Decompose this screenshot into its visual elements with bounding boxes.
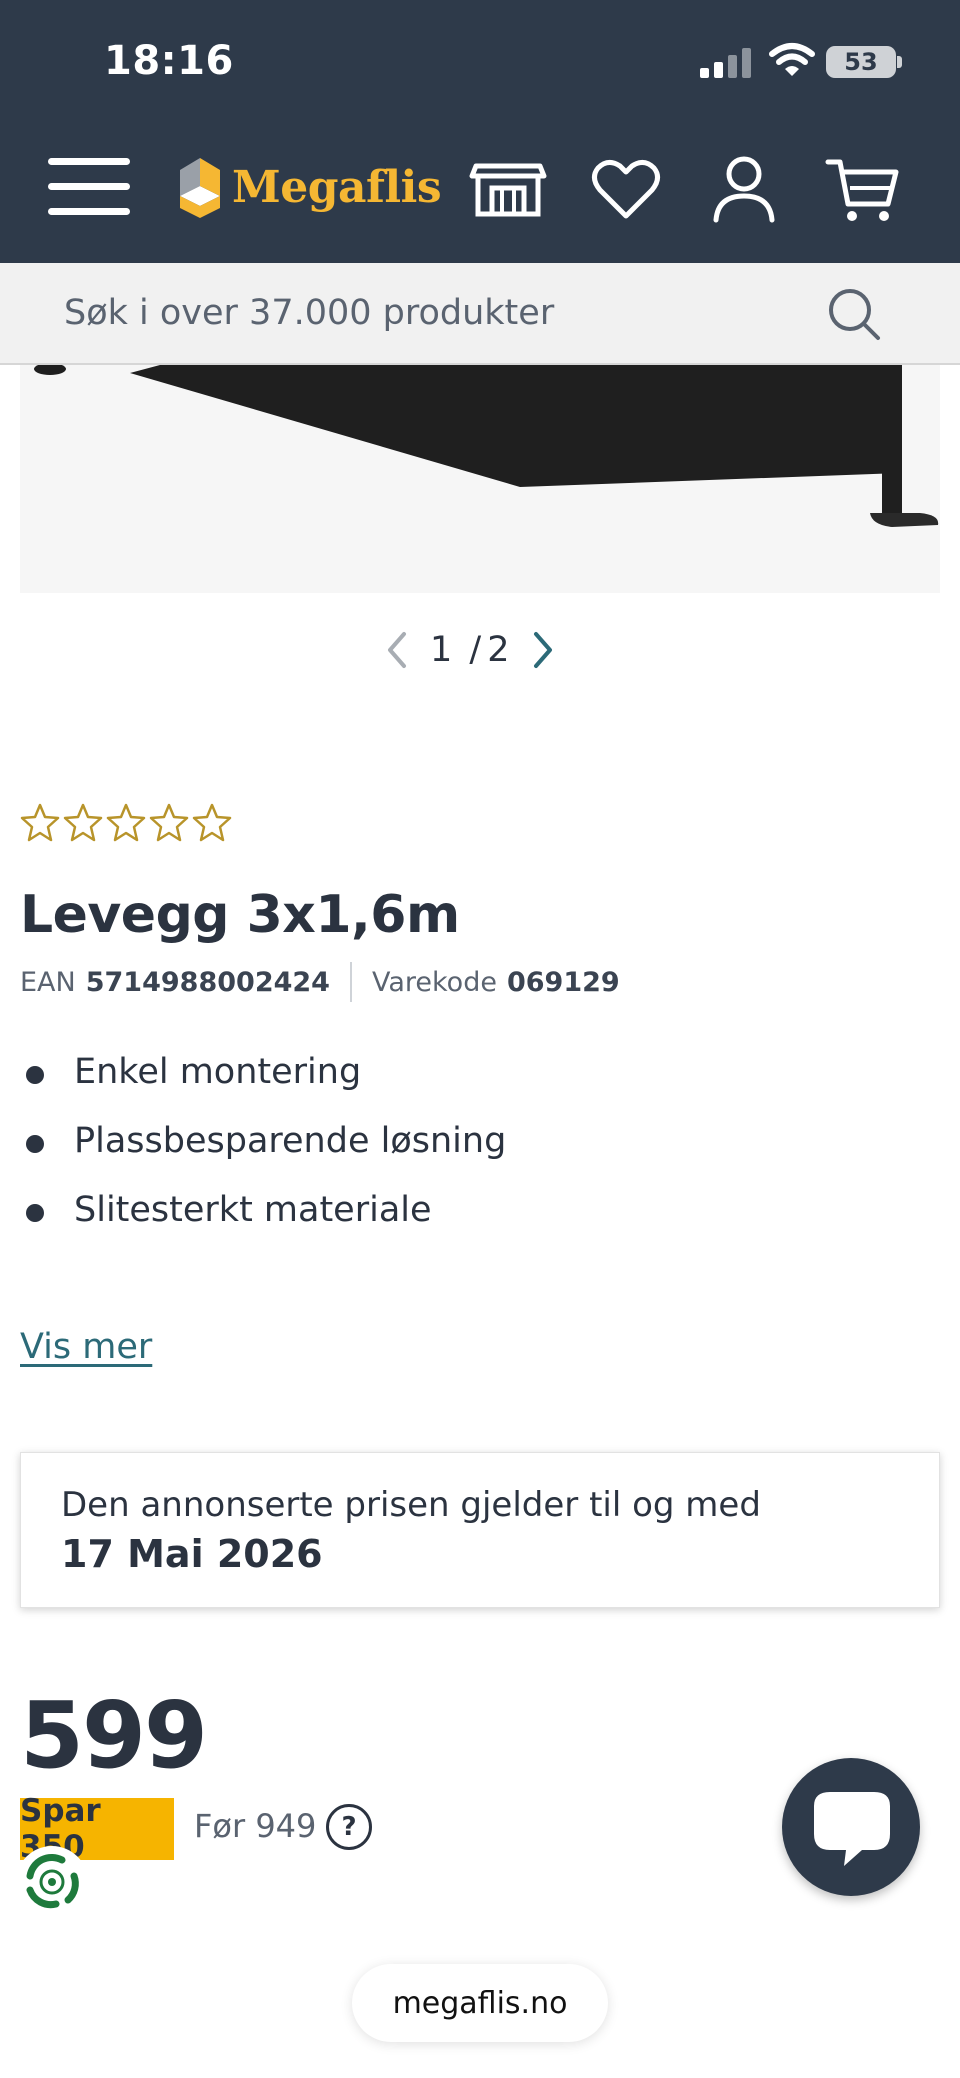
search-icon[interactable]	[826, 286, 882, 342]
star-icon	[63, 803, 103, 842]
rating-stars[interactable]	[20, 802, 235, 842]
battery-indicator: 53	[826, 46, 896, 78]
chat-bubble-icon	[814, 1792, 890, 1866]
star-icon	[192, 803, 232, 842]
price-validity-date: 17 Mai 2026	[61, 1532, 323, 1576]
feature-text: Slitesterkt materiale	[74, 1190, 432, 1230]
feature-list: Enkel montering Plassbesparende løsning …	[20, 1052, 506, 1259]
pager-total: 2	[487, 630, 510, 670]
chevron-right-icon[interactable]	[524, 628, 560, 672]
varekode-label: Varekode	[371, 966, 497, 998]
previous-price: Før 949	[194, 1807, 317, 1845]
fence-panel-image	[20, 365, 940, 593]
battery-level: 53	[844, 48, 878, 76]
show-more-link[interactable]: Vis mer	[20, 1327, 152, 1367]
bullet-dot	[26, 1204, 44, 1222]
brand-logo[interactable]: Megaflis	[176, 156, 442, 218]
price-validity-text: Den annonserte prisen gjelder til og med	[61, 1485, 761, 1525]
star-icon	[149, 803, 189, 842]
product-image[interactable]	[20, 365, 940, 593]
image-pager: 1 /2	[380, 624, 560, 676]
heart-icon[interactable]	[586, 154, 666, 226]
chevron-left-icon[interactable]	[380, 628, 416, 672]
cellular-signal-icon	[700, 48, 751, 78]
cart-icon[interactable]	[822, 154, 902, 226]
product-price: 599	[20, 1682, 208, 1789]
varekode-value: 069129	[506, 966, 620, 998]
status-time: 18:16	[104, 38, 234, 84]
pager-position: 1 /2	[430, 630, 510, 670]
battery-tip	[897, 56, 902, 68]
feature-text: Enkel montering	[74, 1052, 362, 1092]
star-icon	[20, 803, 60, 842]
brand-name: Megaflis	[232, 161, 442, 213]
logo-mark-icon	[180, 158, 220, 218]
feature-text: Plassbesparende løsning	[74, 1121, 507, 1161]
menu-icon[interactable]	[48, 158, 130, 220]
search-bar[interactable]: Søk i over 37.000 produkter	[0, 263, 960, 365]
list-item: Slitesterkt materiale	[20, 1190, 506, 1259]
product-title: Levegg 3x1,6m	[20, 885, 460, 945]
pager-current: 1	[430, 630, 453, 670]
list-item: Plassbesparende løsning	[20, 1121, 506, 1190]
star-icon	[106, 803, 146, 842]
bullet-dot	[26, 1135, 44, 1153]
bullet-dot	[26, 1066, 44, 1084]
recycle-badge-icon[interactable]	[16, 1846, 88, 1918]
ean-label: EAN	[20, 966, 76, 998]
meta-divider	[349, 962, 352, 1002]
ean-value: 5714988002424	[85, 966, 330, 998]
product-meta: EAN 5714988002424 Varekode 069129	[20, 962, 620, 1002]
browser-url-bar[interactable]: megaflis.no	[352, 1964, 608, 2042]
pager-separator: /	[469, 630, 482, 670]
chat-button[interactable]	[782, 1758, 920, 1896]
search-input[interactable]: Søk i over 37.000 produkter	[64, 293, 554, 333]
list-item: Enkel montering	[20, 1052, 506, 1121]
price-validity-notice: Den annonserte prisen gjelder til og med…	[20, 1452, 940, 1608]
store-icon[interactable]	[468, 154, 548, 226]
wifi-icon	[769, 43, 815, 76]
app-header: 18:16 53 Megaflis	[0, 0, 960, 263]
user-icon[interactable]	[704, 154, 784, 226]
help-icon[interactable]: ?	[326, 1804, 372, 1850]
